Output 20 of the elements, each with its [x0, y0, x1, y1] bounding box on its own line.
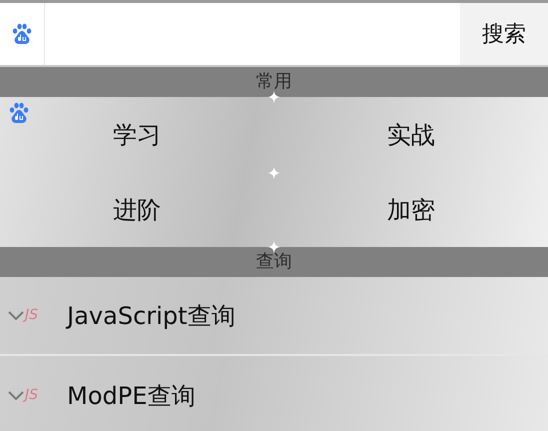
menu-tile[interactable]: 学习	[0, 97, 274, 172]
chevron-icon	[8, 391, 24, 400]
list-row[interactable]: JS JavaScript查询	[0, 277, 548, 356]
sparkle-icon	[268, 91, 280, 103]
sparkle-icon	[268, 241, 280, 253]
menu-tile[interactable]: 加密	[274, 172, 548, 247]
list-item-link[interactable]: JavaScript查询	[67, 298, 236, 334]
section-header: 查询	[0, 247, 548, 277]
list-item-link[interactable]: ModPE查询	[67, 378, 196, 414]
paw-icon	[11, 23, 33, 45]
menu-tile[interactable]: 进阶	[0, 172, 274, 247]
tag-label: JS	[25, 385, 38, 406]
sparkle-icon	[268, 167, 280, 179]
chevron-icon	[8, 311, 24, 320]
section-header: 常用	[0, 67, 548, 97]
search-button[interactable]: 搜索	[460, 3, 548, 65]
paw-icon	[8, 102, 30, 124]
tag-label: JS	[25, 305, 38, 326]
menu-tile[interactable]: 实战	[274, 97, 548, 172]
list-row[interactable]: JS ModPE查询	[0, 356, 548, 431]
